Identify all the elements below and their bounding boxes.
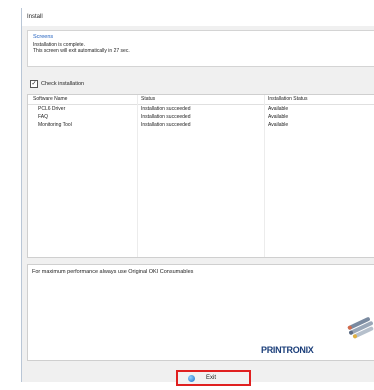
button-bar: Exit [22,361,374,390]
exit-globe-icon [188,375,195,382]
status: Installation succeeded [141,114,191,120]
promo-panel: For maximum performance always use Origi… [27,264,374,361]
info-panel: Screens Installation is complete. This s… [27,30,374,67]
check-installation-row[interactable]: ✓ Check installation [30,79,84,89]
info-heading: Screens [33,34,54,40]
status: Installation succeeded [141,122,191,128]
exit-button[interactable]: Exit [176,370,251,386]
installation-status: Available [268,106,289,112]
info-line-countdown: This screen will exit automatically in 2… [33,48,130,54]
installation-status: Available [268,114,289,120]
window-title: Install [22,8,374,26]
check-installation-checkbox[interactable]: ✓ [30,80,38,88]
installer-window: Install Screens Installation is complete… [21,8,374,386]
software-name: Monitoring Tool [38,122,72,128]
header-installation-status: Installation Status [268,96,308,102]
printronix-logo: PRINTRONIX [261,345,314,355]
consumables-image [347,317,374,339]
column-divider [137,95,138,257]
software-table: Software Name Status Installation Status… [27,94,374,258]
column-divider [264,95,265,257]
software-name: FAQ [38,114,49,120]
exit-button-label: Exit [206,375,217,381]
promo-text: For maximum performance always use Origi… [32,269,194,275]
installation-status: Available [268,122,289,128]
header-software-name: Software Name [33,96,68,102]
status: Installation succeeded [141,106,191,112]
table-header: Software Name Status Installation Status [28,95,374,105]
table-row: Monitoring Tool Installation succeeded A… [28,121,374,129]
table-row: FAQ Installation succeeded Available [28,113,374,121]
software-name: PCL6 Driver [38,106,66,112]
table-row: PCL6 Driver Installation succeeded Avail… [28,105,374,113]
check-installation-label: Check installation [41,81,85,87]
header-status: Status [141,96,156,102]
